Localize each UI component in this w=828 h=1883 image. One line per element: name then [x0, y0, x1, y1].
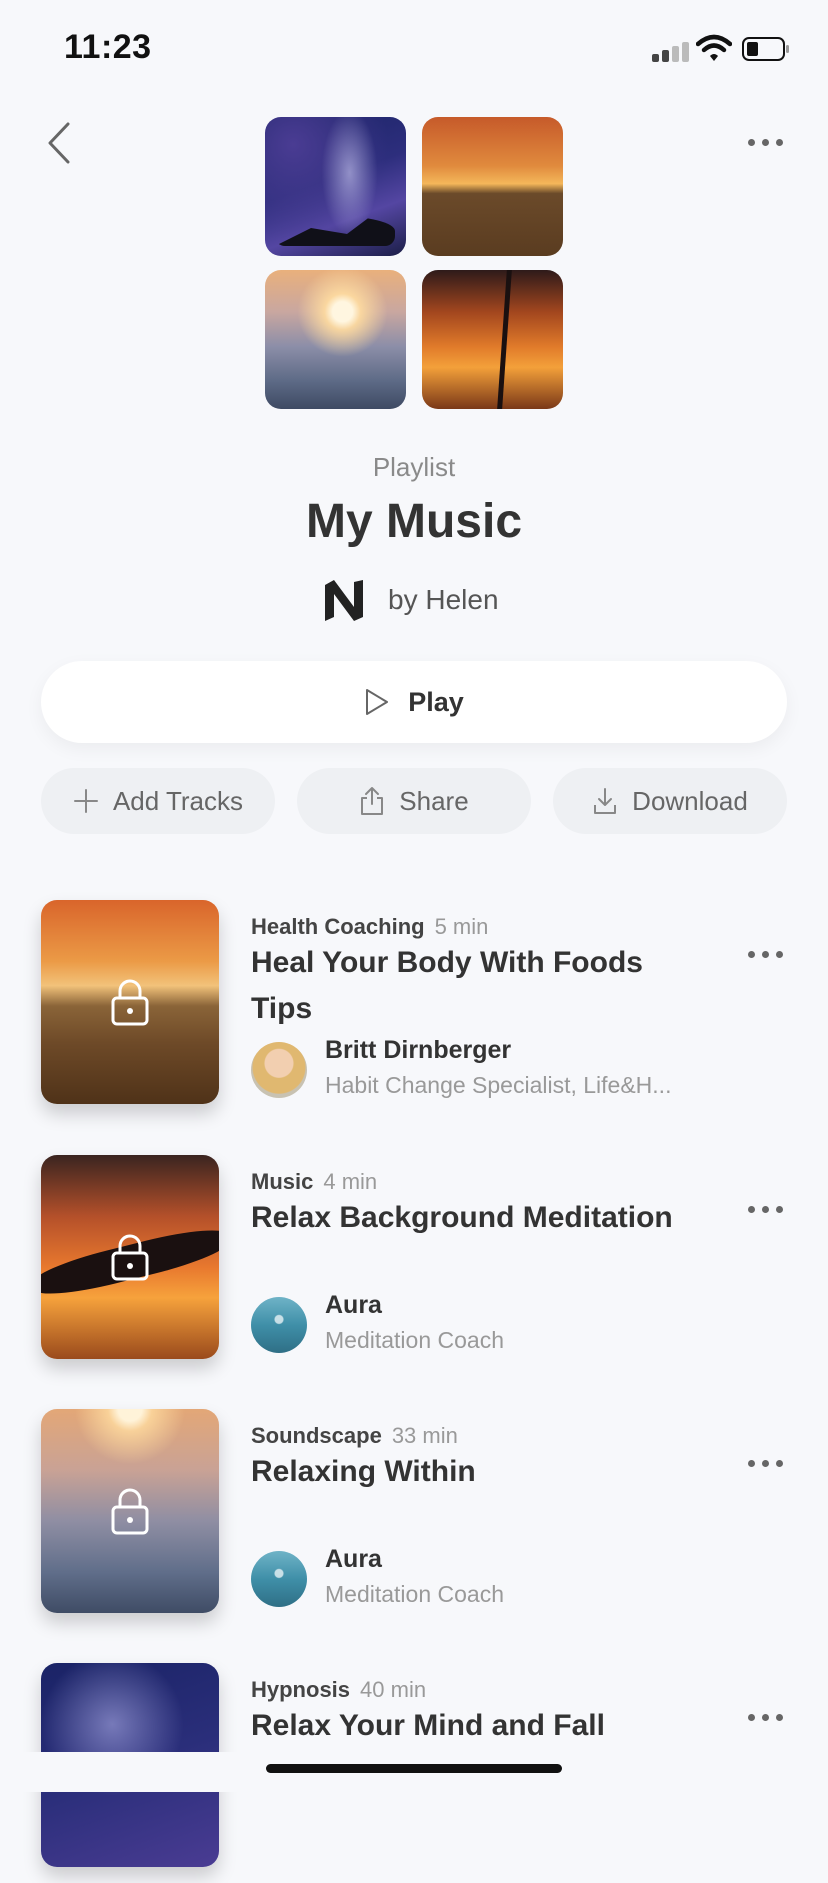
add-tracks-button[interactable]: Add Tracks: [41, 768, 275, 834]
track-coach[interactable]: Aura Meditation Coach: [251, 1291, 771, 1357]
more-icon: [744, 1705, 786, 1729]
playlist-author[interactable]: by Helen: [322, 576, 499, 624]
track-artwork: [41, 1155, 219, 1359]
track-title: Relax Background Meditation: [251, 1201, 673, 1234]
track-coach[interactable]: Britt Dirnberger Habit Change Specialist…: [251, 1036, 771, 1102]
coach-name: Aura: [325, 1291, 382, 1319]
playlist-more-button[interactable]: [744, 130, 786, 154]
lock-icon: [111, 1488, 149, 1535]
playlist-title: My Music: [305, 495, 523, 548]
track-category: Music: [251, 1169, 314, 1194]
download-icon: [594, 788, 617, 814]
track-coach[interactable]: Aura Meditation Coach: [251, 1545, 771, 1611]
wifi-icon: [696, 34, 732, 61]
coach-role: Meditation Coach: [325, 1581, 504, 1607]
author-logo-icon: [325, 580, 363, 621]
share-button[interactable]: Share: [297, 768, 531, 834]
coach-avatar: [251, 1551, 307, 1607]
track-more-button[interactable]: [744, 1197, 786, 1221]
track-duration: 5 min: [434, 914, 489, 939]
play-button[interactable]: Play: [41, 661, 787, 743]
plus-icon: [73, 789, 98, 813]
more-icon: [744, 942, 786, 966]
track-more-button[interactable]: [744, 942, 786, 966]
track-duration: 40 min: [360, 1677, 427, 1702]
track-category: Hypnosis: [251, 1677, 351, 1702]
add-tracks-label: Add Tracks: [112, 785, 244, 816]
track-title: Relaxing Within: [251, 1455, 476, 1488]
track-category: Health Coaching: [251, 914, 425, 939]
coach-avatar: [251, 1297, 307, 1353]
battery-icon: [742, 37, 789, 61]
lock-icon: [111, 1234, 149, 1281]
coach-name: Britt Dirnberger: [325, 1036, 512, 1064]
play-button-label: Play: [408, 686, 464, 717]
track-duration: 4 min: [323, 1169, 378, 1194]
track-item[interactable]: Soundscape 33 min Relaxing Within Aura Me…: [0, 1409, 828, 1629]
more-icon: [744, 130, 786, 154]
track-item[interactable]: Music 4 min Relax Background Meditation A…: [0, 1155, 828, 1375]
track-duration: 33 min: [391, 1423, 458, 1448]
track-meta: Music 4 min: [251, 1169, 377, 1195]
cover-image-sunset-field: [422, 117, 563, 256]
coach-name: Aura: [325, 1545, 382, 1573]
track-category: Soundscape: [251, 1423, 382, 1448]
download-label: Download: [632, 785, 748, 816]
track-more-button[interactable]: [744, 1705, 786, 1729]
track-artwork: [41, 1409, 219, 1613]
playlist-type-label: Playlist: [372, 452, 456, 482]
track-meta: Hypnosis 40 min: [251, 1677, 426, 1703]
cover-image-beach-sunset: [265, 270, 406, 409]
signal-icon: [652, 40, 690, 62]
back-chevron-icon[interactable]: [44, 120, 76, 166]
track-title: Heal Your Body With Foods Tips: [251, 946, 643, 1025]
track-artwork: [41, 900, 219, 1104]
play-icon: [366, 689, 389, 715]
status-bar: 11:23: [0, 0, 828, 96]
coach-role: Habit Change Specialist, Life&H...: [325, 1072, 672, 1098]
more-icon: [744, 1451, 786, 1475]
coach-avatar: [251, 1042, 307, 1098]
status-time: 11:23: [64, 28, 152, 66]
cover-image-hammock-sunset: [422, 270, 563, 409]
share-label: Share: [399, 785, 469, 816]
track-meta: Health Coaching 5 min: [251, 914, 488, 940]
author-name: by Helen: [388, 584, 499, 615]
share-icon: [361, 787, 384, 815]
playlist-cover-collage: [265, 117, 563, 409]
more-icon: [744, 1197, 786, 1221]
cover-image-milky-way: [265, 117, 406, 256]
track-more-button[interactable]: [744, 1451, 786, 1475]
coach-role: Meditation Coach: [325, 1327, 504, 1353]
download-button[interactable]: Download: [553, 768, 787, 834]
lock-icon: [111, 979, 149, 1026]
track-meta: Soundscape 33 min: [251, 1423, 458, 1449]
track-item[interactable]: Health Coaching 5 min Heal Your Body With…: [0, 900, 828, 1120]
track-title: Relax Your Mind and Fall: [251, 1709, 605, 1742]
home-indicator[interactable]: [266, 1764, 562, 1773]
